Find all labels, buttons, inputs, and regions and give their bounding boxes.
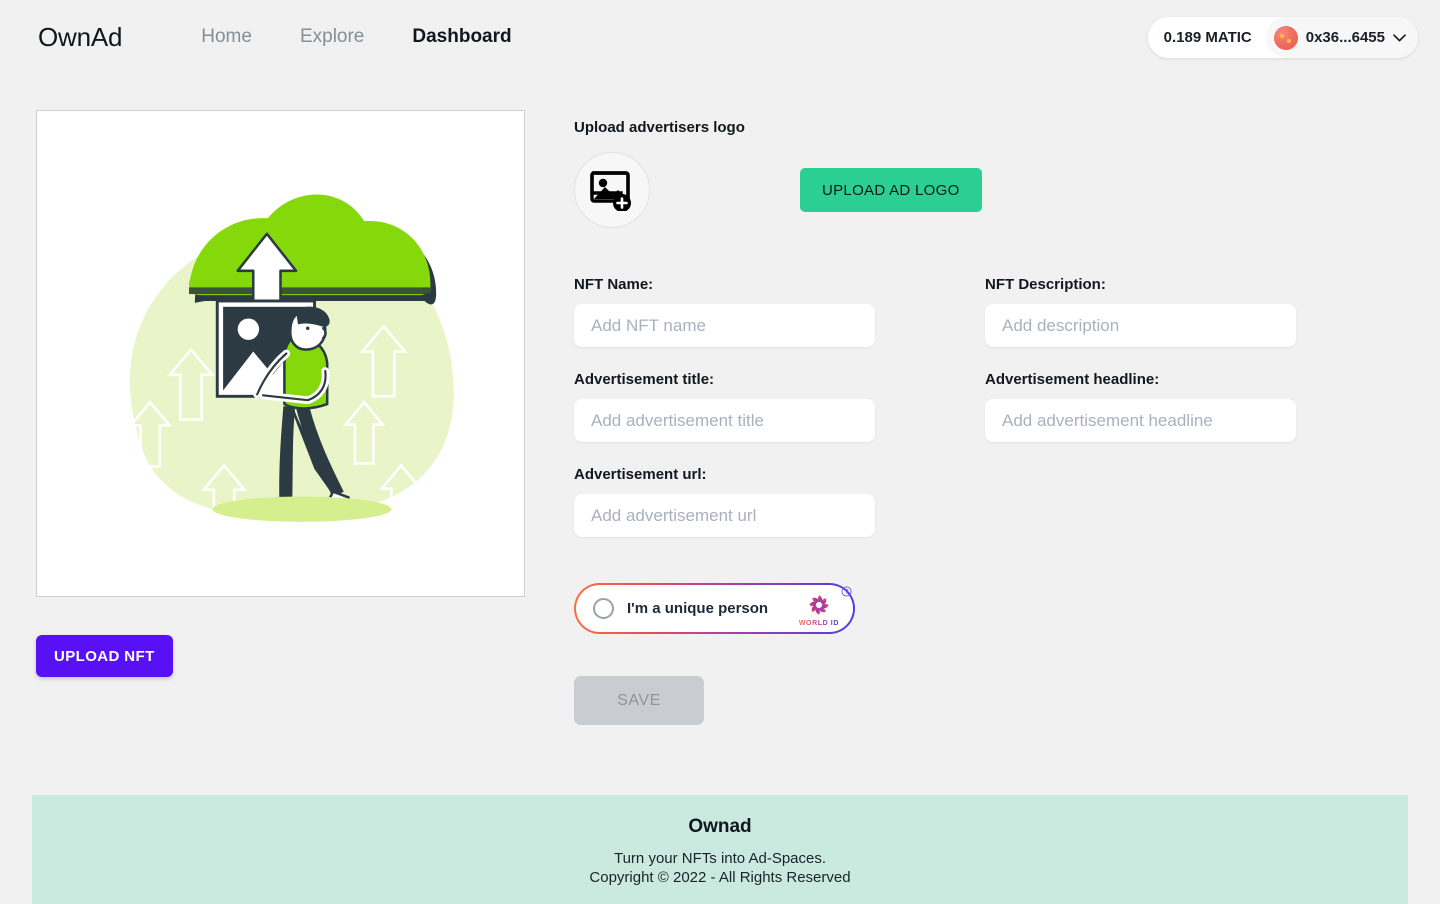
advertisement-title-input[interactable] [574,399,875,442]
field-advertisement-headline: Advertisement headline: [985,371,1296,442]
grid-spacer [875,466,985,561]
jazzicon-avatar [1273,25,1298,50]
world-id-widget-inner[interactable]: I'm a unique person WORLD ID ? [576,585,853,632]
nft-name-input[interactable] [574,304,875,347]
ad-form-column: Upload advertisers logo UPLOAD AD LOGO N… [565,110,1440,725]
save-button[interactable]: SAVE [574,676,704,725]
upload-nft-button[interactable]: UPLOAD NFT [36,635,173,677]
logo-dropzone[interactable] [574,152,650,228]
wallet-balance: 0.189 MATIC [1163,29,1252,46]
label-advertisement-url: Advertisement url: [574,466,707,483]
svg-text:?: ? [845,589,849,596]
advertisement-url-input[interactable] [574,494,875,537]
grid-spacer [875,371,985,466]
world-id-logo-icon [809,594,829,615]
unique-person-label: I'm a unique person [627,600,769,617]
footer-title: Ownad [688,816,752,837]
nft-preview-image [46,120,515,587]
grid-spacer [875,276,985,371]
grid-spacer [985,466,1296,561]
chevron-down-icon [1393,33,1406,41]
field-advertisement-title: Advertisement title: [574,371,875,442]
field-advertisement-url: Advertisement url: [574,466,875,537]
question-mark-icon[interactable]: ? [841,585,852,597]
label-nft-description: NFT Description: [985,276,1106,293]
upload-logo-row: UPLOAD AD LOGO [574,152,1440,228]
world-id-branding: WORLD ID ? [798,585,852,627]
world-id-brand-label: WORLD ID [798,619,839,627]
nft-preview-column: UPLOAD NFT [0,110,565,725]
upload-image-illustration [127,194,454,534]
wallet-account[interactable]: 0x36...6455 [1265,17,1418,58]
main-content: UPLOAD NFT Upload advertisers logo UPLOA… [0,74,1440,725]
add-image-icon [590,171,631,211]
nav-item-dashboard[interactable]: Dashboard [412,26,511,48]
nav-item-explore[interactable]: Explore [300,26,364,48]
label-advertisement-title: Advertisement title: [574,371,715,388]
nft-description-input[interactable] [985,304,1296,347]
footer-copyright: Copyright © 2022 - All Rights Reserved [589,869,851,886]
field-nft-description: NFT Description: [985,276,1296,347]
field-nft-name: NFT Name: [574,276,875,347]
world-id-widget[interactable]: I'm a unique person WORLD ID ? [574,583,855,634]
advertisement-headline-input[interactable] [985,399,1296,442]
nft-preview-card [36,110,525,597]
wallet-button[interactable]: 0.189 MATIC 0x36...6455 [1147,17,1418,58]
unique-person-radio[interactable] [593,598,614,619]
upload-ad-logo-button[interactable]: UPLOAD AD LOGO [800,168,982,212]
app-header: OwnAd Home Explore Dashboard 0.189 MATIC… [0,0,1440,74]
brand-logo[interactable]: OwnAd [38,22,122,53]
ad-form-grid: NFT Name: NFT Description: Advertisement… [574,276,1440,561]
footer-tagline: Turn your NFTs into Ad-Spaces. [613,850,827,867]
wallet-address: 0x36...6455 [1305,29,1385,46]
nav-item-home[interactable]: Home [201,26,252,48]
label-nft-name: NFT Name: [574,276,654,293]
upload-logo-label: Upload advertisers logo [574,119,745,136]
site-footer: Ownad Turn your NFTs into Ad-Spaces. Cop… [32,795,1408,904]
label-advertisement-headline: Advertisement headline: [985,371,1160,388]
main-navigation: Home Explore Dashboard [201,26,511,48]
